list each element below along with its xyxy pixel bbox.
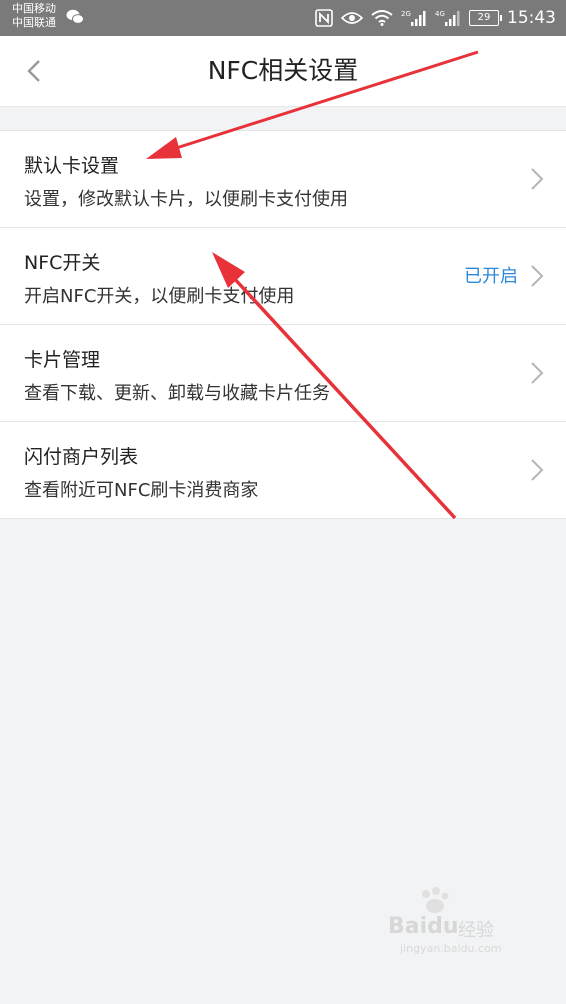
watermark-url: jingyan.baidu.com — [400, 942, 502, 955]
status-badge: 已开启 — [464, 266, 518, 287]
item-subtitle: 开启NFC开关，以便刷卡支付使用 — [24, 286, 295, 307]
chevron-right-icon — [531, 459, 544, 481]
carrier-1: 中国移动 — [12, 2, 56, 15]
chevron-right-icon — [531, 362, 544, 384]
list-item-default-card[interactable]: 默认卡设置 设置，修改默认卡片，以便刷卡支付使用 — [0, 131, 566, 228]
item-subtitle: 设置，修改默认卡片，以便刷卡支付使用 — [24, 189, 348, 210]
item-title: 卡片管理 — [24, 349, 101, 371]
chevron-right-icon — [531, 168, 544, 190]
carrier-2: 中国联通 — [12, 16, 56, 29]
list-item-nfc-switch[interactable]: NFC开关 开启NFC开关，以便刷卡支付使用 已开启 — [0, 228, 566, 325]
item-title: 闪付商户列表 — [24, 446, 139, 468]
chevron-right-icon — [531, 265, 544, 287]
signal-icon-1: 2G — [401, 9, 427, 27]
app-header: NFC相关设置 — [0, 36, 566, 107]
item-title: 默认卡设置 — [24, 155, 120, 177]
list-item-card-management[interactable]: 卡片管理 查看下载、更新、卸载与收藏卡片任务 — [0, 325, 566, 422]
signal-icon-2: 4G — [435, 9, 461, 27]
item-subtitle: 查看附近可NFC刷卡消费商家 — [24, 480, 259, 501]
wechat-icon — [66, 9, 84, 24]
eye-comfort-icon — [341, 10, 363, 26]
item-subtitle: 查看下载、更新、卸载与收藏卡片任务 — [24, 383, 330, 404]
carrier-labels: 中国移动 中国联通 — [12, 2, 56, 30]
status-icons: 2G 4G 29 15:43 — [315, 0, 556, 36]
paw-logo-icon — [422, 887, 449, 913]
baidu-jingyan-watermark: Baidu 经验 jingyan.baidu.com — [388, 887, 538, 964]
list-item-merchant-list[interactable]: 闪付商户列表 查看附近可NFC刷卡消费商家 — [0, 422, 566, 519]
network-type-2: 4G — [435, 10, 445, 18]
wifi-icon — [371, 10, 393, 26]
page-title: NFC相关设置 — [207, 56, 359, 85]
network-type-1: 2G — [401, 10, 411, 18]
watermark-brand: Baidu — [388, 914, 459, 939]
item-title: NFC开关 — [24, 252, 101, 274]
nfc-icon — [315, 9, 333, 27]
battery-indicator: 29 — [469, 10, 502, 26]
clock: 15:43 — [507, 8, 556, 28]
status-bar: 中国移动 中国联通 2G 4G 29 15:43 — [0, 0, 566, 36]
watermark-label: 经验 — [458, 920, 494, 941]
settings-list: 默认卡设置 设置，修改默认卡片，以便刷卡支付使用 NFC开关 开启NFC开关，以… — [0, 130, 566, 519]
